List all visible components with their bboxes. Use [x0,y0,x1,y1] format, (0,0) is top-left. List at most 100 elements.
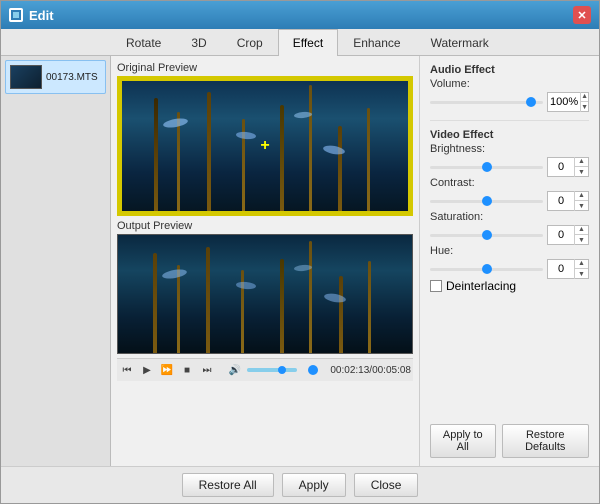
restore-defaults-button[interactable]: Restore Defaults [502,424,590,458]
right-action-row: Apply to All Restore Defaults [430,424,589,458]
hue-row: Hue: 0 ▲ ▼ [430,245,589,279]
edit-window: Edit ✕ Rotate 3D Crop Effect Enhance Wat… [0,0,600,504]
divider-1 [430,120,589,121]
apply-to-all-button[interactable]: Apply to All [430,424,496,458]
tab-watermark[interactable]: Watermark [416,29,504,56]
volume-thumb [278,366,286,374]
content-area: 00173.MTS Original Preview [1,56,599,466]
hue-slider-row: 0 ▲ ▼ [430,259,589,279]
close-button[interactable]: ✕ [573,6,591,24]
file-item[interactable]: 00173.MTS [5,60,106,94]
tab-rotate[interactable]: Rotate [111,29,176,56]
volume-row: Volume: 100% ▲ ▼ [430,78,589,112]
volume-down-button[interactable]: ▼ [581,102,588,112]
brightness-slider[interactable] [430,166,543,169]
saturation-slider[interactable] [430,234,543,237]
close-bottom-button[interactable]: Close [354,473,419,497]
progress-slider[interactable] [309,368,318,372]
fast-forward-button[interactable]: ⏩ [159,362,175,378]
saturation-down-button[interactable]: ▼ [575,235,588,245]
volume-slider[interactable] [247,368,297,372]
contrast-row: Contrast: 0 ▲ ▼ [430,177,589,211]
skip-start-button[interactable]: ⏮ [119,362,135,378]
contrast-slider-row: 0 ▲ ▼ [430,191,589,211]
contrast-thumb [482,196,492,206]
bottom-bar: Restore All Apply Close [1,466,599,503]
volume-value: 100% [548,96,580,108]
deinterlacing-checkbox[interactable] [430,280,442,292]
brightness-value: 0 [548,161,574,173]
saturation-slider-row: 0 ▲ ▼ [430,225,589,245]
original-preview-label: Original Preview [117,62,413,74]
original-preview: + [117,76,413,216]
hue-label: Hue: [430,245,589,257]
contrast-spinbox[interactable]: 0 ▲ ▼ [547,191,589,211]
file-name: 00173.MTS [46,72,98,83]
brightness-label: Brightness: [430,143,589,155]
tab-effect[interactable]: Effect [278,29,338,56]
contrast-spin-buttons[interactable]: ▲ ▼ [574,191,588,211]
tab-3d[interactable]: 3D [176,29,221,56]
saturation-thumb [482,230,492,240]
video-effect-section: Video Effect Brightness: 0 ▲ ▼ [430,129,589,293]
hue-up-button[interactable]: ▲ [575,259,588,269]
volume-icon: 🔊 [227,362,243,378]
volume-up-button[interactable]: ▲ [581,92,588,102]
tabs-row: Rotate 3D Crop Effect Enhance Watermark [1,29,599,56]
audio-effect-label: Audio Effect [430,64,589,76]
contrast-up-button[interactable]: ▲ [575,191,588,201]
title-bar: Edit ✕ [1,1,599,29]
saturation-spin-buttons[interactable]: ▲ ▼ [574,225,588,245]
hue-down-button[interactable]: ▼ [575,269,588,279]
left-panel: 00173.MTS [1,56,111,466]
restore-all-button[interactable]: Restore All [182,473,274,497]
output-preview [117,234,413,354]
hue-spin-buttons[interactable]: ▲ ▼ [574,259,588,279]
controls-bar: ⏮ ▶ ⏩ ■ ⏭ 🔊 00:02:13/00:05:08 [117,358,413,381]
play-button[interactable]: ▶ [139,362,155,378]
audio-effect-section: Audio Effect Volume: 100% ▲ ▼ [430,64,589,112]
output-video-bg [118,235,412,353]
brightness-spinbox[interactable]: 0 ▲ ▼ [547,157,589,177]
volume-spin-buttons[interactable]: ▲ ▼ [580,92,588,112]
brightness-up-button[interactable]: ▲ [575,157,588,167]
brightness-row: Brightness: 0 ▲ ▼ [430,143,589,177]
apply-button[interactable]: Apply [282,473,346,497]
hue-thumb [482,264,492,274]
saturation-row: Saturation: 0 ▲ ▼ [430,211,589,245]
window-title: Edit [29,8,54,23]
tab-crop[interactable]: Crop [222,29,278,56]
volume-spinbox[interactable]: 100% ▲ ▼ [547,92,589,112]
deinterlacing-row: Deinterlacing [430,279,589,293]
volume-slider-row: 100% ▲ ▼ [430,92,589,112]
hue-slider[interactable] [430,268,543,271]
contrast-label: Contrast: [430,177,589,189]
hue-value: 0 [548,263,574,275]
original-preview-section: Original Preview [117,62,413,216]
deinterlacing-label: Deinterlacing [446,279,516,293]
stop-button[interactable]: ■ [179,362,195,378]
contrast-slider[interactable] [430,200,543,203]
saturation-spinbox[interactable]: 0 ▲ ▼ [547,225,589,245]
tab-enhance[interactable]: Enhance [338,29,415,56]
original-video-bg: + [119,78,411,214]
saturation-value: 0 [548,229,574,241]
audio-volume-thumb [526,97,536,107]
file-thumbnail [10,65,42,89]
app-icon [9,8,23,22]
brightness-slider-row: 0 ▲ ▼ [430,157,589,177]
volume-label: Volume: [430,78,589,90]
video-effect-label: Video Effect [430,129,589,141]
progress-thumb [308,365,318,375]
brightness-thumb [482,162,492,172]
crosshair-icon: + [260,137,269,155]
brightness-down-button[interactable]: ▼ [575,167,588,177]
saturation-up-button[interactable]: ▲ [575,225,588,235]
output-preview-section: Output Preview [117,220,413,354]
audio-volume-slider[interactable] [430,101,543,104]
brightness-spin-buttons[interactable]: ▲ ▼ [574,157,588,177]
contrast-down-button[interactable]: ▼ [575,201,588,211]
skip-end-button[interactable]: ⏭ [199,362,215,378]
hue-spinbox[interactable]: 0 ▲ ▼ [547,259,589,279]
time-display: 00:02:13/00:05:08 [330,365,411,376]
